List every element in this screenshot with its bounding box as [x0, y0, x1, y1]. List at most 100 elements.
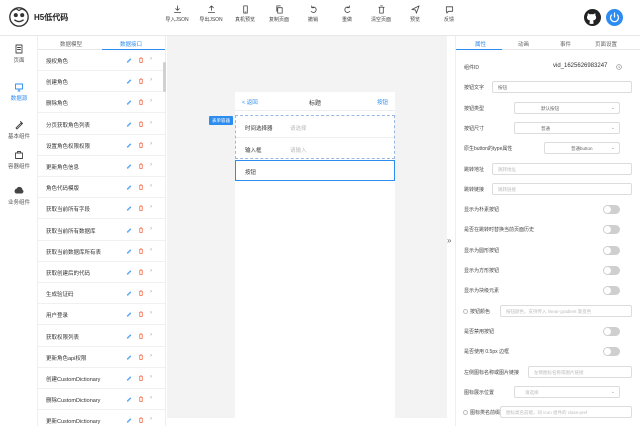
property-input[interactable]: 图标类名前缀，同 Icon 组件的 class-pref	[500, 406, 632, 419]
radio-icon[interactable]	[463, 308, 468, 314]
form-container[interactable]: 时间选择器 请选择 输入框 请输入	[235, 115, 395, 159]
delete-icon[interactable]	[138, 375, 144, 383]
toolbar-button-8[interactable]: 反馈	[432, 5, 466, 23]
delete-icon[interactable]	[138, 290, 144, 298]
toolbar-button-2[interactable]: 真机预览	[228, 5, 262, 23]
toolbar-button-1[interactable]: 导出JSON	[194, 5, 228, 23]
delete-icon[interactable]	[138, 184, 144, 192]
chevron-right-icon[interactable]: ›	[150, 374, 152, 380]
tab-animation[interactable]: 动画	[518, 40, 529, 48]
property-input[interactable]: 按钮	[492, 81, 632, 94]
list-item[interactable]: 获取当前数据库所有表 ›	[38, 241, 165, 262]
edit-icon[interactable]	[126, 248, 132, 256]
edit-icon[interactable]	[126, 311, 132, 319]
chevron-right-icon[interactable]: ›	[150, 98, 152, 104]
chevron-right-icon[interactable]: ›	[150, 183, 152, 189]
list-item[interactable]: 用户登录 ›	[38, 304, 165, 326]
list-item[interactable]: 设置角色权限权限 ›	[38, 135, 165, 156]
edit-icon[interactable]	[126, 57, 132, 65]
chevron-right-icon[interactable]: ›	[150, 310, 152, 316]
list-item[interactable]: 生成验证码 ›	[38, 283, 165, 305]
list-item[interactable]: 创建CustomDictionary ›	[38, 368, 165, 389]
chevron-right-icon[interactable]: ›	[150, 120, 152, 126]
tab-data-api[interactable]: 数据接口	[120, 40, 142, 48]
list-item[interactable]: 更新CustomDictionary ›	[38, 410, 165, 426]
toolbar-button-7[interactable]: 预览	[398, 5, 432, 23]
chevron-right-icon[interactable]: ›	[150, 56, 152, 62]
property-select[interactable]: 普通 ⌄	[514, 121, 620, 134]
edit-icon[interactable]	[126, 333, 132, 341]
edit-icon[interactable]	[126, 205, 132, 213]
form-row-input[interactable]: 输入框 请输入	[236, 138, 394, 160]
property-select[interactable]: 请选择 ⌄	[514, 385, 620, 398]
logout-icon[interactable]	[606, 9, 623, 26]
property-input[interactable]: 按钮颜色，支持传入 linear-gradient 渐变色	[500, 304, 632, 317]
list-item[interactable]: 删除角色 ›	[38, 92, 165, 114]
list-item[interactable]: 创建角色 ›	[38, 71, 165, 93]
delete-icon[interactable]	[138, 142, 144, 150]
chevron-right-icon[interactable]: ›	[150, 416, 152, 422]
edit-icon[interactable]	[126, 142, 132, 150]
edit-icon[interactable]	[126, 290, 132, 298]
toggle-switch[interactable]	[603, 205, 620, 215]
edit-icon[interactable]	[126, 99, 132, 107]
delete-icon[interactable]	[138, 417, 144, 425]
nav-right-button[interactable]: 按钮	[377, 98, 388, 106]
delete-icon[interactable]	[138, 226, 144, 235]
edit-icon[interactable]	[126, 396, 132, 404]
chevron-right-icon[interactable]: ›	[150, 353, 152, 359]
tab-page-settings[interactable]: 页面设置	[595, 40, 617, 48]
toggle-switch[interactable]	[603, 245, 620, 255]
delete-icon[interactable]	[138, 269, 144, 277]
rail-item-4[interactable]: 业务组件	[0, 186, 38, 206]
list-item[interactable]: 分页获取角色列表 ›	[38, 114, 165, 135]
tab-properties[interactable]: 属性	[475, 40, 486, 48]
delete-icon[interactable]	[138, 99, 144, 107]
property-input[interactable]: 左侧图标名称或图片链接	[528, 365, 632, 378]
edit-icon[interactable]	[126, 354, 132, 362]
chevron-right-icon[interactable]: ›	[150, 204, 152, 210]
chevron-right-icon[interactable]: ›	[150, 247, 152, 253]
toggle-switch[interactable]	[603, 266, 620, 275]
rail-item-1[interactable]: 数据源	[0, 82, 38, 102]
delete-icon[interactable]	[138, 354, 144, 362]
chevron-right-icon[interactable]: ›	[150, 332, 152, 338]
list-item[interactable]: 获取创建后的代码 ›	[38, 262, 165, 283]
list-scrollbar[interactable]	[163, 62, 166, 92]
delete-icon[interactable]	[138, 396, 144, 404]
list-item[interactable]: 授权角色 ›	[38, 50, 165, 71]
edit-icon[interactable]	[126, 227, 132, 235]
edit-icon[interactable]	[126, 184, 132, 192]
list-item[interactable]: 获取权限列表 ›	[38, 326, 165, 347]
tab-events[interactable]: 事件	[560, 40, 571, 48]
toggle-switch[interactable]	[603, 326, 620, 336]
chevron-right-icon[interactable]: ›	[150, 162, 152, 168]
selected-button-component[interactable]: 按钮	[235, 160, 395, 181]
delete-icon[interactable]	[138, 332, 144, 341]
list-item[interactable]: 获取当前所有数据库 ›	[38, 220, 165, 241]
delete-icon[interactable]	[138, 311, 144, 319]
delete-icon[interactable]	[138, 248, 144, 256]
list-item[interactable]: 删除CustomDictionary ›	[38, 389, 165, 411]
toolbar-button-5[interactable]: 重做	[330, 5, 364, 23]
toggle-switch[interactable]	[603, 347, 620, 357]
edit-icon[interactable]	[126, 375, 132, 383]
chevron-right-icon[interactable]: ›	[150, 289, 152, 295]
chevron-right-icon[interactable]: ›	[150, 77, 152, 83]
toggle-switch[interactable]	[603, 225, 620, 235]
list-item[interactable]: 角色代码模版 ›	[38, 177, 165, 199]
github-icon[interactable]	[584, 9, 601, 26]
nav-bar[interactable]: < 返回 标题 按钮	[235, 92, 395, 111]
delete-icon[interactable]	[138, 57, 144, 65]
edit-icon[interactable]	[126, 269, 132, 277]
toolbar-button-3[interactable]: 复制页面	[262, 5, 296, 23]
property-select[interactable]: 普通button ⌄	[544, 142, 620, 155]
chevron-right-icon[interactable]: ›	[150, 268, 152, 274]
edit-icon[interactable]	[126, 121, 132, 129]
delete-icon[interactable]	[138, 163, 144, 171]
rail-item-2[interactable]: 基本组件	[0, 120, 38, 140]
chevron-right-icon[interactable]: ›	[150, 226, 152, 232]
copy-icon[interactable]	[616, 64, 622, 72]
rail-item-3[interactable]: 容器组件	[0, 150, 38, 170]
list-item[interactable]: 获取当前所有字段 ›	[38, 198, 165, 220]
